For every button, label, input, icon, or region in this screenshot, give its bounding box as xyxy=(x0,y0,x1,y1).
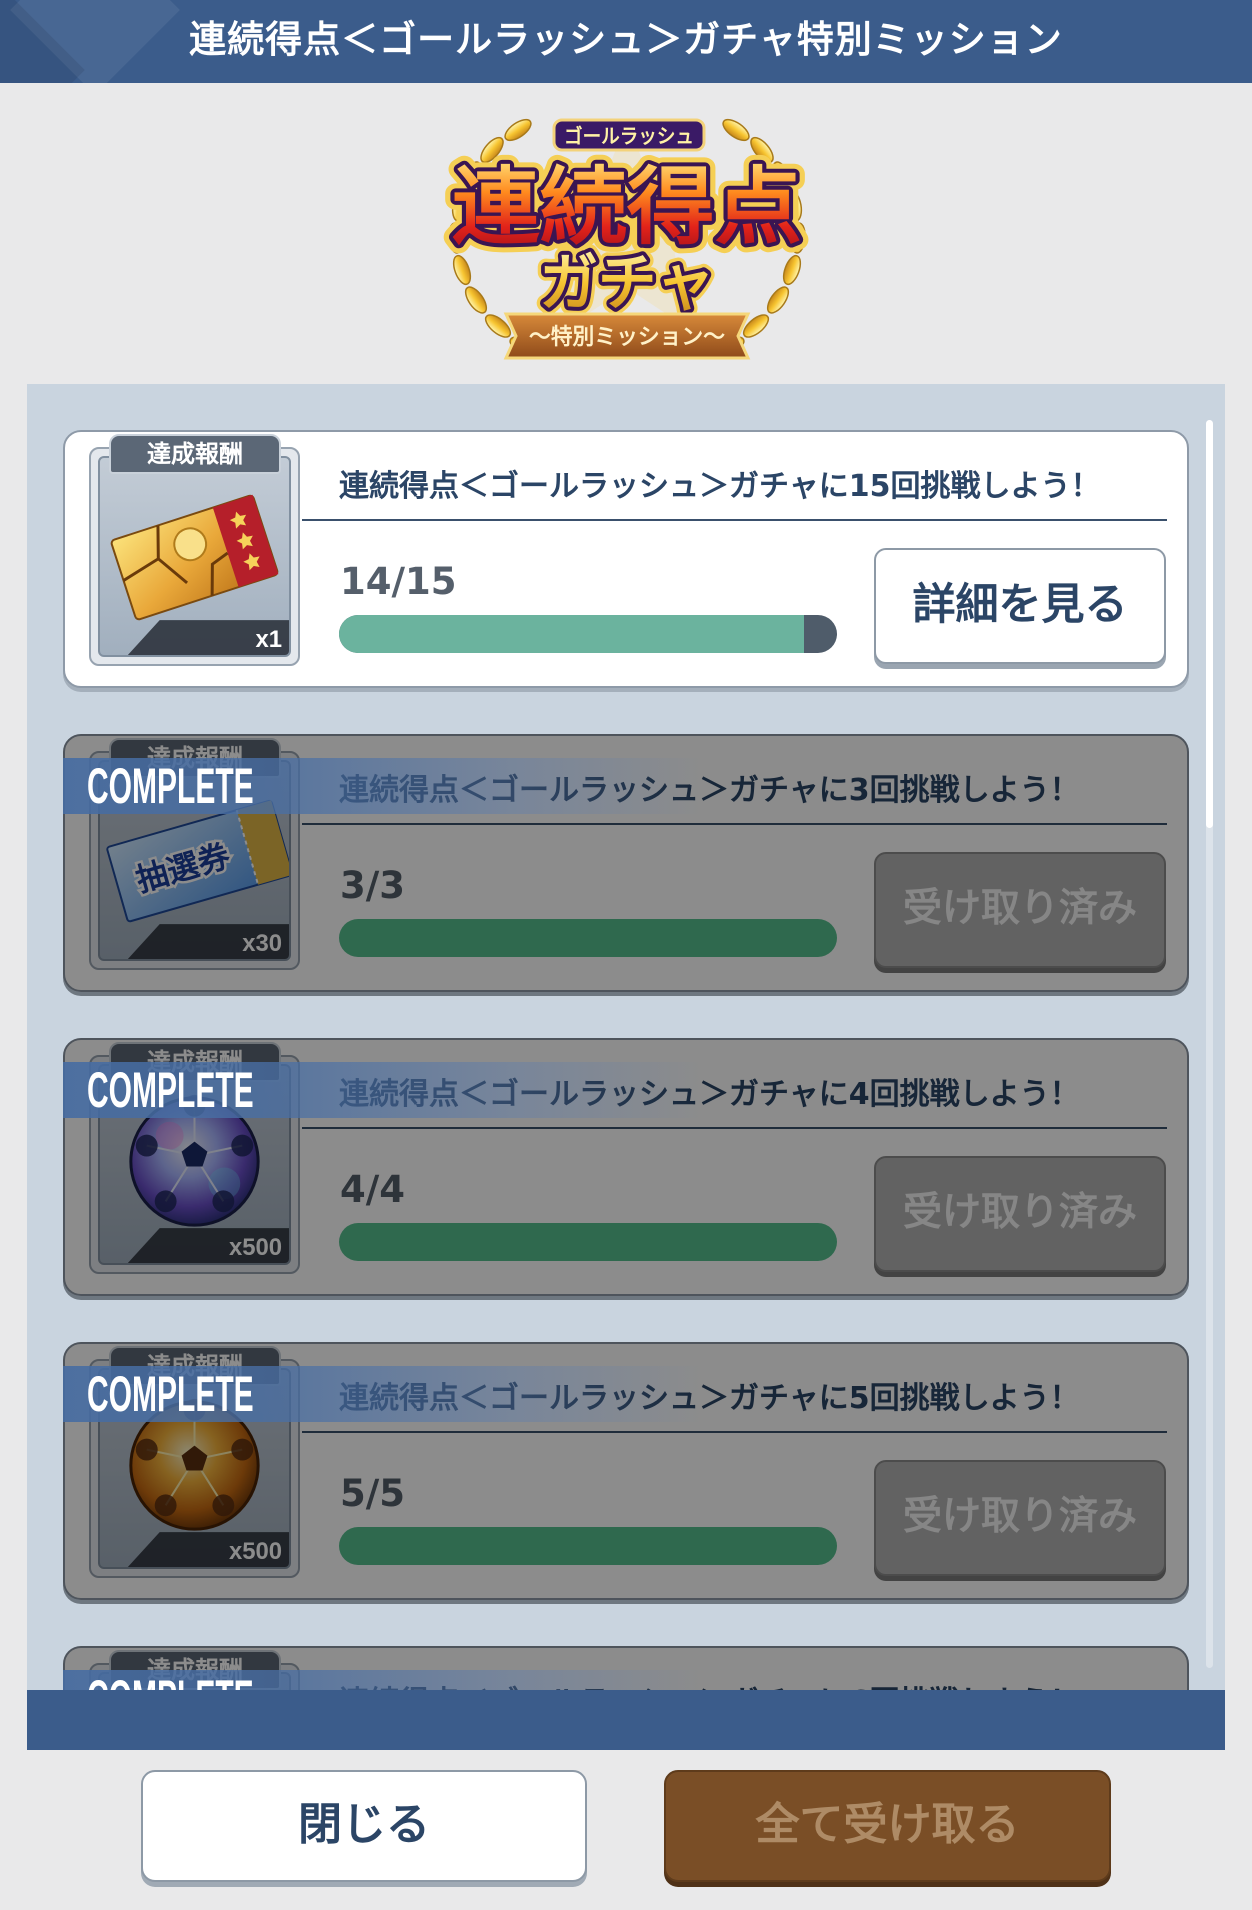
mission-list-panel: x1 達成報酬 連続得点＜ゴールラッシュ＞ガチャに15回挑戦しよう！ 14/15… xyxy=(27,384,1225,1690)
title-bar: 連続得点＜ゴールラッシュ＞ガチャ特別ミッション xyxy=(0,0,1252,83)
progress-count: 14/15 xyxy=(340,560,457,603)
complete-banner: COMPLETE xyxy=(63,1366,703,1422)
panel-bottom-bar xyxy=(27,1690,1225,1750)
complete-label: COMPLETE xyxy=(87,1366,254,1422)
gacha-logo: ゴールラッシュ 連続得点 連続得点 ガチャ ガチャ 〜特別ミッション〜 xyxy=(443,118,811,360)
mission-title: 連続得点＜ゴールラッシュ＞ガチャに15回挑戦しよう！ xyxy=(339,469,1101,504)
page-title: 連続得点＜ゴールラッシュ＞ガチャ特別ミッション xyxy=(189,18,1063,61)
mission-card: x500 達成報酬 連続得点＜ゴールラッシュ＞ガチャに4回挑戦しよう！ 4/4 … xyxy=(63,1038,1189,1296)
mission-list: x1 達成報酬 連続得点＜ゴールラッシュ＞ガチャに15回挑戦しよう！ 14/15… xyxy=(63,430,1189,1690)
claim-all-button[interactable]: 全て受け取る xyxy=(664,1770,1111,1882)
logo-banner-text: 〜特別ミッション〜 xyxy=(529,324,725,350)
mission-card: x500 達成報酬 連続得点＜ゴールラッシュ＞ガチャに5回挑戦しよう！ 5/5 … xyxy=(63,1342,1189,1600)
complete-banner: COMPLETE xyxy=(63,1062,703,1118)
scrollbar-thumb[interactable] xyxy=(1206,420,1213,828)
logo-main-text: 連続得点 xyxy=(452,158,802,256)
reward-quantity: x1 xyxy=(255,626,282,653)
progress-bar xyxy=(339,615,837,653)
mission-card: x1 達成報酬 連続得点＜ゴールラッシュ＞ガチャに15回挑戦しよう！ 14/15… xyxy=(63,430,1189,688)
complete-label: COMPLETE xyxy=(87,1062,254,1118)
close-button[interactable]: 閉じる xyxy=(141,1770,587,1882)
mission-card: 達成報酬 連続得点＜ゴールラッシュ＞ガチャに6回挑戦しよう！ COMPLETE xyxy=(63,1646,1189,1690)
complete-label: COMPLETE xyxy=(87,758,254,814)
reward-frame: x1 xyxy=(89,447,300,666)
mission-card: 抽選券 x30 達成報酬 連続得点＜ゴールラッシュ＞ガチャに3回挑戦しよう！ 3… xyxy=(63,734,1189,992)
reward-quantity-badge: x1 xyxy=(127,620,289,655)
logo-sub-text: ガチャ xyxy=(540,246,715,319)
scrollbar-track[interactable] xyxy=(1206,420,1213,1668)
complete-label: COMPLETE xyxy=(87,1670,254,1690)
reward-image: x1 xyxy=(98,456,291,657)
reward-tab: 達成報酬 xyxy=(109,434,281,474)
mission-action-button[interactable]: 詳細を見る xyxy=(874,548,1166,664)
complete-banner: COMPLETE xyxy=(63,758,703,814)
progress-bar-fill xyxy=(339,615,804,653)
title-divider xyxy=(302,519,1167,521)
logo-top-text: ゴールラッシュ xyxy=(564,124,694,148)
complete-banner: COMPLETE xyxy=(63,1670,703,1690)
